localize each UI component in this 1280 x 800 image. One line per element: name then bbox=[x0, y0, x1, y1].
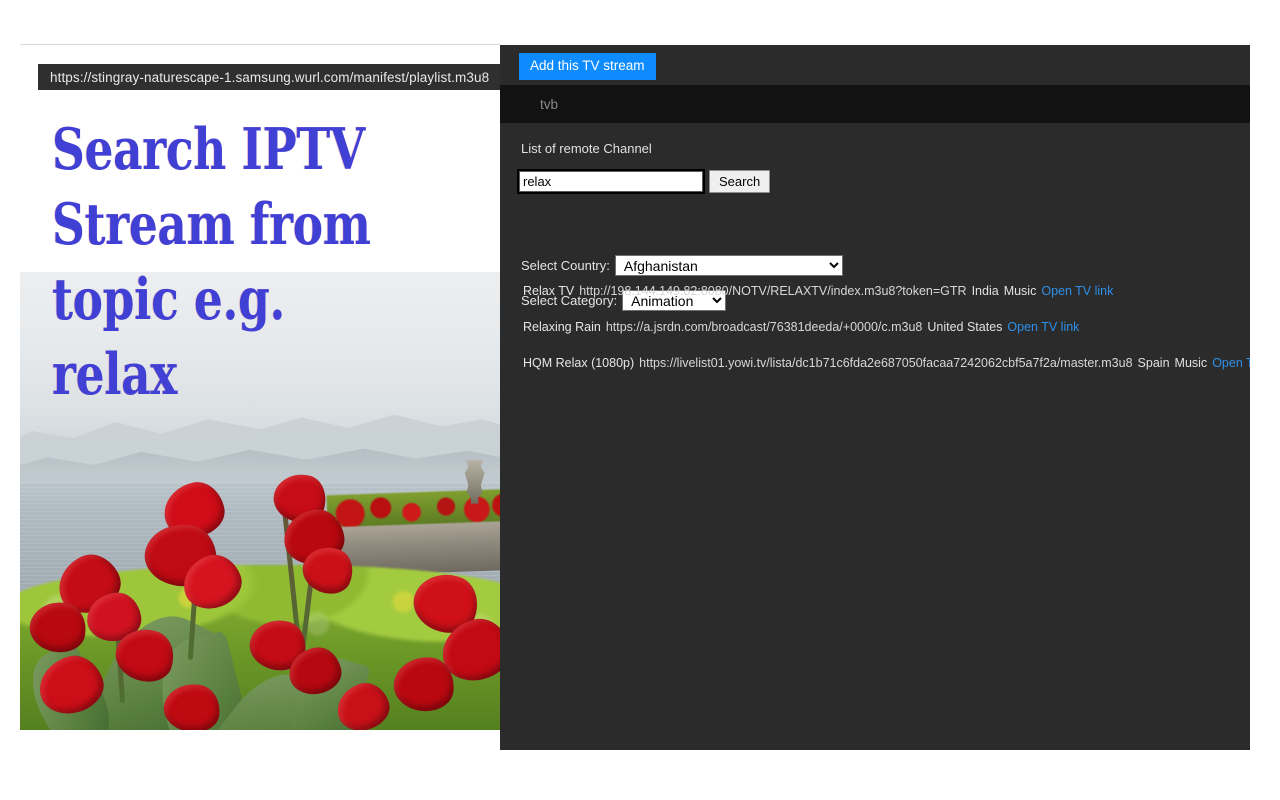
open-tv-link[interactable]: Open TV link bbox=[1007, 320, 1079, 334]
search-button[interactable]: Search bbox=[709, 170, 771, 193]
result-channel-name: HQM Relax (1080p) bbox=[523, 356, 635, 370]
extension-panel: Add this TV stream tvb List of remote Ch… bbox=[500, 45, 1250, 750]
lakeside-flowers-photo bbox=[20, 272, 500, 730]
result-stream-url: https://livelist01.yowi.tv/lista/dc1b71c… bbox=[639, 356, 1133, 370]
search-row: Search bbox=[517, 169, 771, 194]
result-row: Relax TV http://198.144.149.82:8080/NOTV/… bbox=[500, 273, 1250, 309]
result-country: United States bbox=[927, 320, 1003, 334]
result-stream-url: https://a.jsrdn.com/broadcast/76381deeda… bbox=[605, 320, 923, 334]
open-tv-link[interactable]: Open TV link bbox=[1041, 284, 1113, 298]
stream-url-bar: https://stingray-naturescape-1.samsung.w… bbox=[38, 64, 500, 90]
result-row: Relaxing Rain https://a.jsrdn.com/broadca… bbox=[500, 309, 1250, 345]
panel-left-gutter bbox=[500, 45, 518, 750]
stream-name-field-row: tvb bbox=[500, 85, 1250, 123]
result-channel-name: Relaxing Rain bbox=[523, 320, 601, 334]
result-country: India bbox=[971, 284, 999, 298]
stream-name-input[interactable]: tvb bbox=[540, 97, 558, 112]
select-country-label: Select Country: bbox=[521, 258, 610, 273]
search-results-list: Relax TV http://198.144.149.82:8080/NOTV/… bbox=[500, 273, 1250, 381]
horizontal-divider bbox=[20, 44, 500, 45]
search-input[interactable] bbox=[517, 169, 705, 194]
remote-channel-list-label: List of remote Channel bbox=[521, 141, 652, 156]
web-page-pane: https://stingray-naturescape-1.samsung.w… bbox=[0, 0, 500, 800]
open-tv-link[interactable]: Open TV link bbox=[1212, 356, 1250, 370]
result-category: Music bbox=[1174, 356, 1208, 370]
result-row: HQM Relax (1080p) https://livelist01.yowi… bbox=[500, 345, 1250, 381]
result-category: Music bbox=[1003, 284, 1037, 298]
screenshot-root: https://stingray-naturescape-1.samsung.w… bbox=[0, 0, 1280, 800]
result-country: Spain bbox=[1137, 356, 1170, 370]
add-tv-stream-button[interactable]: Add this TV stream bbox=[519, 53, 656, 80]
result-stream-url: http://198.144.149.82:8080/NOTV/RELAXTV/… bbox=[579, 284, 967, 298]
result-channel-name: Relax TV bbox=[523, 284, 575, 298]
